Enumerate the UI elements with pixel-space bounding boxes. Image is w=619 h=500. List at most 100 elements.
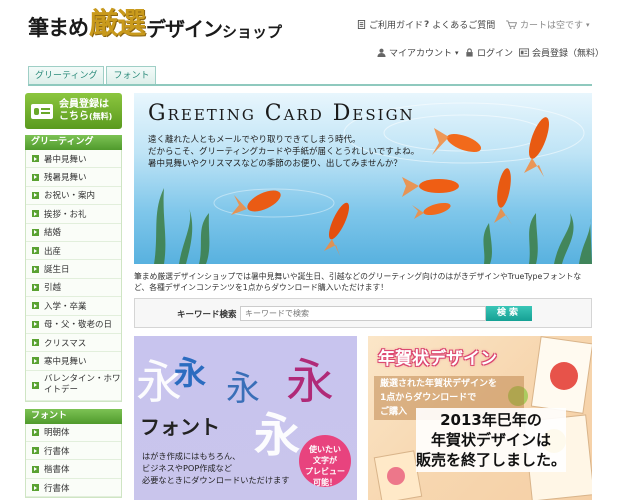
register-banner-free: (無料) bbox=[89, 112, 113, 121]
font-banner-line-1: はがき作成にはもちろん、 bbox=[142, 451, 241, 461]
login-label: ログイン bbox=[477, 49, 514, 59]
font-banner-line-2: ビジネスやPOP作成など bbox=[142, 463, 233, 473]
font-banner-line-3: 必要なときにダウンロードいただけます bbox=[142, 475, 290, 485]
faq-link[interactable]: ? よくあるご質問 bbox=[424, 18, 496, 32]
arrow-bullet-icon bbox=[32, 173, 39, 181]
sidebar-item-wedding[interactable]: 結婚 bbox=[26, 223, 121, 242]
sidebar-item-label: 明朝体 bbox=[44, 428, 70, 439]
sidebar-item-label: 母・父・敬老の日 bbox=[44, 320, 113, 331]
search-input[interactable] bbox=[240, 306, 486, 321]
arrow-bullet-icon bbox=[32, 381, 39, 389]
account-menu[interactable]: マイアカウント ▾ bbox=[377, 46, 459, 59]
sidebar-item-birth[interactable]: 出産 bbox=[26, 241, 121, 261]
hero-line-1: 遠く離れた人ともメールでやり取りできてしまう時代。 bbox=[148, 135, 361, 145]
sidebar-item-moving[interactable]: 引越 bbox=[26, 278, 121, 298]
tab-font[interactable]: フォント bbox=[106, 66, 157, 85]
register-banner-button[interactable]: 会員登録は こちら(無料) bbox=[25, 93, 122, 129]
nengajo-banner[interactable]: 年賀状デザイン 厳選された年賀状デザインを 1点からダウンロードで ご購入 20… bbox=[368, 336, 592, 500]
sidebar: 会員登録は こちら(無料) グリーティング 暑中見舞い 残暑見舞い お祝い・案内… bbox=[25, 93, 122, 499]
sidebar-item-label: 出産 bbox=[44, 246, 62, 257]
hero-text: 遠く離れた人ともメールでやり取りできてしまう時代。 だからこそ、グリーティングカ… bbox=[148, 134, 419, 170]
cart-label: カートは空です bbox=[520, 21, 584, 31]
guide-label: ご利用ガイド bbox=[369, 21, 424, 31]
nengajo-sub-line-1: 厳選された年賀状デザインを bbox=[380, 379, 498, 389]
cart-menu[interactable]: カートは空です ▾ bbox=[506, 18, 590, 31]
guide-link[interactable]: ご利用ガイド bbox=[357, 18, 423, 31]
nengajo-end-notice: 2013年巳年の 年賀状デザインは 販売を終了しました。 bbox=[416, 408, 566, 472]
site-logo[interactable]: 筆まめ 厳選 デザイン ショップ bbox=[28, 6, 282, 42]
nengajo-sub-line-2: 1点からダウンロードで bbox=[380, 393, 477, 403]
sidebar-item-greeting-thanks[interactable]: 挨拶・お礼 bbox=[26, 205, 121, 224]
search-button[interactable]: 検索 bbox=[486, 306, 532, 321]
id-card-icon bbox=[519, 48, 529, 57]
arrow-bullet-icon bbox=[32, 228, 39, 236]
cart-icon bbox=[506, 20, 517, 29]
sidebar-heading-greeting: グリーティング bbox=[25, 135, 122, 150]
preview-badge-line-3: プレビュー bbox=[305, 467, 345, 476]
logo-text-2: 厳選 bbox=[89, 6, 146, 40]
arrow-bullet-icon bbox=[32, 484, 39, 492]
sidebar-item-parents-day[interactable]: 母・父・敬老の日 bbox=[26, 315, 121, 334]
font-banner-text: はがき作成にはもちろん、 ビジネスやPOP作成など 必要なときにダウンロードいた… bbox=[142, 450, 289, 486]
preview-badge-line-4: 可能！ bbox=[313, 478, 337, 487]
svg-text:永: 永 bbox=[226, 369, 260, 409]
register-label: 会員登録（無料） bbox=[532, 49, 605, 59]
sidebar-item-zansho[interactable]: 残暑見舞い bbox=[26, 168, 121, 187]
hero-line-3: 暑中見舞いやクリスマスなどの季節のお便り、出してみませんか？ bbox=[148, 159, 402, 169]
sidebar-item-christmas[interactable]: クリスマス bbox=[26, 333, 121, 353]
sidebar-item-kanchu[interactable]: 寒中見舞い bbox=[26, 352, 121, 371]
site-description: 筆まめ厳選デザインショップでは暑中見舞いや誕生日、引越などのグリーティング向けの… bbox=[134, 272, 582, 292]
arrow-bullet-icon bbox=[32, 210, 39, 218]
sidebar-item-label: 残暑見舞い bbox=[44, 173, 87, 184]
faq-label: よくあるご質問 bbox=[432, 21, 496, 31]
login-link[interactable]: ログイン bbox=[465, 46, 513, 59]
logo-text-1: 筆まめ bbox=[28, 15, 89, 40]
lock-icon bbox=[466, 48, 473, 57]
svg-text:永: 永 bbox=[174, 354, 206, 392]
sidebar-item-birthday[interactable]: 誕生日 bbox=[26, 260, 121, 279]
preview-badge-line-2: 文字が bbox=[313, 456, 337, 465]
preview-badge: 使いたい 文字が プレビュー 可能！ bbox=[299, 435, 351, 487]
tab-greeting[interactable]: グリーティング bbox=[28, 66, 105, 85]
site-header: 筆まめ 厳選 デザイン ショップ ご利用ガイド ? よくあるご質問 カートは空で… bbox=[0, 0, 619, 64]
sidebar-item-school[interactable]: 入学・卒業 bbox=[26, 297, 121, 316]
sidebar-item-mincho[interactable]: 明朝体 bbox=[26, 423, 121, 443]
register-banner-line1: 会員登録は bbox=[59, 99, 109, 110]
sidebar-item-label: 挨拶・お礼 bbox=[44, 209, 87, 220]
sidebar-item-label: クリスマス bbox=[44, 338, 87, 349]
sidebar-item-label: バレンタイン・ホワイトデー bbox=[44, 374, 121, 396]
notice-line-2: 年賀状デザインは bbox=[430, 431, 551, 449]
account-label: マイアカウント bbox=[389, 49, 453, 59]
sidebar-item-label: 引越 bbox=[44, 283, 62, 294]
arrow-bullet-icon bbox=[32, 155, 39, 163]
arrow-bullet-icon bbox=[32, 320, 39, 328]
sidebar-item-shochu[interactable]: 暑中見舞い bbox=[26, 150, 121, 169]
search-label: キーワード検索 bbox=[177, 310, 237, 320]
tab-divider bbox=[28, 84, 592, 86]
sidebar-item-gyosho[interactable]: 行書体 bbox=[26, 442, 121, 461]
sidebar-item-label: お祝い・案内 bbox=[44, 191, 96, 202]
sidebar-item-label: 誕生日 bbox=[44, 265, 70, 276]
arrow-bullet-icon bbox=[32, 428, 39, 436]
document-icon bbox=[357, 20, 366, 29]
sidebar-item-label: 楷書体 bbox=[44, 465, 70, 476]
sidebar-item-gyosho-2[interactable]: 行書体 bbox=[26, 478, 121, 498]
greeting-category-list: 暑中見舞い 残暑見舞い お祝い・案内 挨拶・お礼 結婚 出産 誕生日 引越 入学… bbox=[25, 150, 122, 402]
arrow-bullet-icon bbox=[32, 302, 39, 310]
register-link[interactable]: 会員登録（無料） bbox=[519, 46, 604, 59]
sidebar-item-label: 寒中見舞い bbox=[44, 356, 87, 367]
sidebar-item-label: 行書体 bbox=[44, 446, 70, 457]
user-icon bbox=[377, 48, 386, 57]
caret-down-icon: ▾ bbox=[455, 48, 459, 57]
register-banner-line2: こちら bbox=[59, 111, 89, 122]
font-banner[interactable]: 永 永 永 永 永 フォント はがき作成にはもちろん、 ビジネスやPOP作成など… bbox=[134, 336, 357, 500]
sidebar-item-kaisho[interactable]: 楷書体 bbox=[26, 460, 121, 479]
logo-text-4: ショップ bbox=[222, 23, 283, 41]
sidebar-item-label: 結婚 bbox=[44, 228, 62, 239]
arrow-bullet-icon bbox=[32, 191, 39, 199]
sidebar-item-celebration[interactable]: お祝い・案内 bbox=[26, 186, 121, 206]
sidebar-item-label: 行書体 bbox=[44, 483, 70, 494]
hero-banner[interactable]: Greeting Card Design 遠く離れた人ともメールでやり取りできて… bbox=[134, 93, 592, 264]
sidebar-item-valentine[interactable]: バレンタイン・ホワイトデー bbox=[26, 370, 121, 401]
arrow-bullet-icon bbox=[32, 265, 39, 273]
